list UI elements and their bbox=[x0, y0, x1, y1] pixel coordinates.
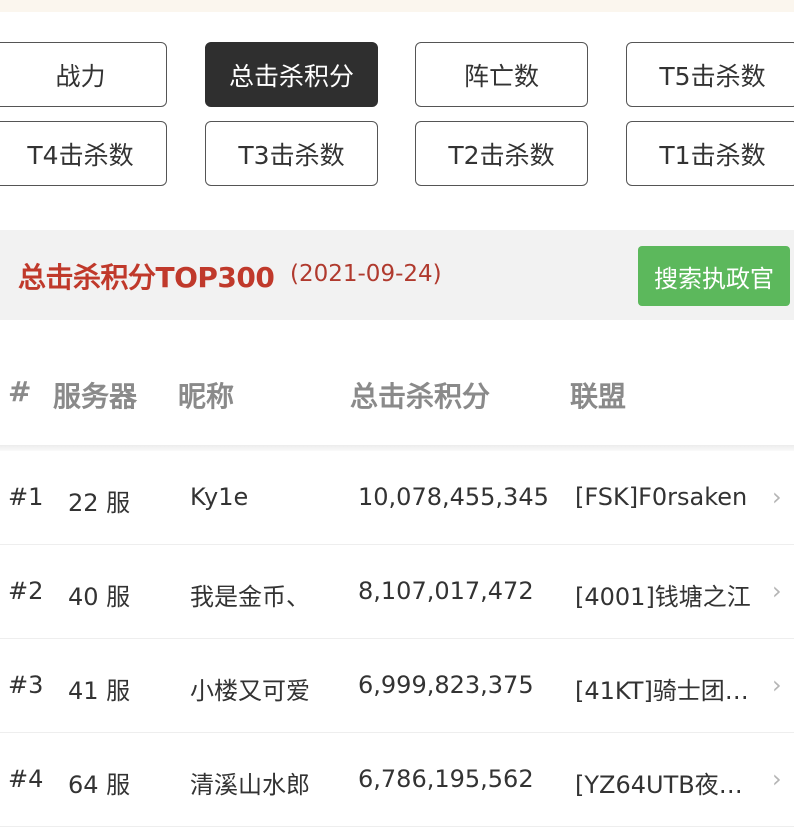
row-nickname: 小楼又可爱 bbox=[190, 677, 310, 705]
filter-t4-kills[interactable]: T4击杀数 bbox=[0, 121, 167, 186]
row-alliance: [41KT]骑士团… bbox=[575, 677, 749, 705]
table-header: # 服务器 昵称 总击杀积分 联盟 bbox=[0, 345, 794, 445]
chevron-right-icon: › bbox=[772, 765, 782, 793]
row-nickname: Ky1e bbox=[190, 483, 249, 511]
row-score: 6,999,823,375 bbox=[358, 671, 534, 699]
table-row[interactable]: #4 64 服 清溪山水郎 6,786,195,562 [YZ64UTB夜… › bbox=[0, 733, 794, 827]
row-rank: #3 bbox=[8, 671, 44, 699]
search-governor-button[interactable]: 搜索执政官 bbox=[638, 246, 790, 306]
filter-t1-kills[interactable]: T1击杀数 bbox=[626, 121, 794, 186]
row-score: 6,786,195,562 bbox=[358, 765, 534, 793]
row-server: 41 服 bbox=[68, 677, 131, 705]
row-alliance: [FSK]F0rsaken bbox=[575, 483, 748, 511]
ranking-header: 总击杀积分TOP300 (2021-09-24) 搜索执政官 bbox=[0, 230, 794, 320]
filter-tabs: 战力 总击杀积分 阵亡数 T5击杀数 T4击杀数 T3击杀数 T2击杀数 T1击… bbox=[0, 0, 794, 200]
table-row[interactable]: #3 41 服 小楼又可爱 6,999,823,375 [41KT]骑士团… › bbox=[0, 639, 794, 733]
row-score: 8,107,017,472 bbox=[358, 577, 534, 605]
table-row[interactable]: #1 22 服 Ky1e 10,078,455,345 [FSK]F0rsake… bbox=[0, 451, 794, 545]
row-server: 22 服 bbox=[68, 489, 131, 517]
chevron-right-icon: › bbox=[772, 671, 782, 699]
row-nickname: 我是金币、 bbox=[190, 583, 310, 611]
chevron-right-icon: › bbox=[772, 577, 782, 605]
filter-deaths[interactable]: 阵亡数 bbox=[415, 42, 588, 107]
filter-total-kill-points[interactable]: 总击杀积分 bbox=[205, 42, 378, 107]
row-rank: #2 bbox=[8, 577, 44, 605]
row-rank: #4 bbox=[8, 765, 44, 793]
row-alliance: [4001]钱塘之江 bbox=[575, 583, 751, 611]
ranking-title: 总击杀积分TOP300 bbox=[18, 261, 275, 294]
row-server: 40 服 bbox=[68, 583, 131, 611]
filter-t5-kills[interactable]: T5击杀数 bbox=[626, 42, 794, 107]
header-score: 总击杀积分 bbox=[350, 380, 491, 413]
row-score: 10,078,455,345 bbox=[358, 483, 549, 511]
row-alliance: [YZ64UTB夜… bbox=[575, 771, 743, 799]
header-alliance: 联盟 bbox=[570, 380, 627, 413]
ranking-date: (2021-09-24) bbox=[290, 261, 442, 287]
filter-combat-power[interactable]: 战力 bbox=[0, 42, 167, 107]
row-server: 64 服 bbox=[68, 771, 131, 799]
header-rank: # bbox=[8, 375, 32, 408]
filter-t2-kills[interactable]: T2击杀数 bbox=[415, 121, 588, 186]
row-nickname: 清溪山水郎 bbox=[190, 771, 310, 799]
chevron-right-icon: › bbox=[772, 483, 782, 511]
header-nickname: 昵称 bbox=[178, 380, 235, 413]
filter-t3-kills[interactable]: T3击杀数 bbox=[205, 121, 378, 186]
header-server: 服务器 bbox=[53, 380, 138, 413]
row-rank: #1 bbox=[8, 483, 44, 511]
table-row[interactable]: #2 40 服 我是金币、 8,107,017,472 [4001]钱塘之江 › bbox=[0, 545, 794, 639]
